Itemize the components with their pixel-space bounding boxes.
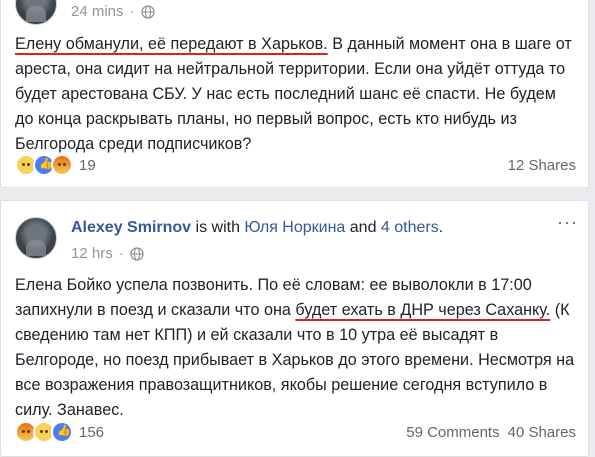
shares-link[interactable]: 40 Shares (508, 424, 576, 441)
globe-icon (140, 4, 155, 19)
with-text: is with (191, 219, 245, 236)
like-reaction-icon: 👍 (51, 421, 73, 443)
shares-link[interactable]: 12 Shares (508, 157, 576, 174)
and-text: and (345, 219, 381, 236)
post-footer: 👍 156 59 Comments 40 Shares (15, 421, 576, 443)
post-timestamp[interactable]: 12 hrs (71, 245, 113, 262)
period: . (438, 219, 444, 236)
post-card: Alexey Smirnov is with Юля Норкина and 4… (0, 200, 589, 457)
angry-reaction-icon (51, 154, 73, 176)
meta-separator: · (118, 245, 124, 262)
reactions[interactable]: 👍 19 (15, 154, 96, 176)
underlined-text: будет ехать в ДНР через Саханку. (295, 301, 551, 319)
post-card: 24 mins · Елену обманули, её передают в … (0, 0, 589, 188)
tagged-person-link[interactable]: Юля Норкина (244, 219, 345, 236)
post-footer: 👍 19 12 Shares (15, 154, 576, 176)
more-options-icon[interactable]: ··· (557, 213, 578, 231)
avatar[interactable] (15, 217, 57, 259)
post-text: Елену обманули, её передают в Харьков. В… (15, 32, 575, 157)
post-meta: 12 hrs · (71, 245, 144, 262)
meta-separator: · (129, 3, 135, 20)
author-name[interactable]: Alexey Smirnov (71, 219, 191, 236)
reaction-count[interactable]: 19 (79, 157, 96, 174)
post-text: Елена Бойко успела позвонить. По её слов… (15, 273, 575, 423)
post-header: Alexey Smirnov is with Юля Норкина and 4… (71, 219, 443, 237)
post-timestamp[interactable]: 24 mins (71, 3, 124, 20)
avatar[interactable] (15, 0, 57, 25)
underlined-text: Елену обманули, её передают в Харьков. (15, 35, 328, 53)
reactions[interactable]: 👍 156 (15, 421, 104, 443)
post-meta: 24 mins · (71, 3, 155, 20)
globe-icon (130, 246, 144, 261)
others-link[interactable]: 4 others (381, 219, 439, 236)
comments-link[interactable]: 59 Comments (406, 424, 499, 441)
reaction-count[interactable]: 156 (79, 424, 104, 441)
